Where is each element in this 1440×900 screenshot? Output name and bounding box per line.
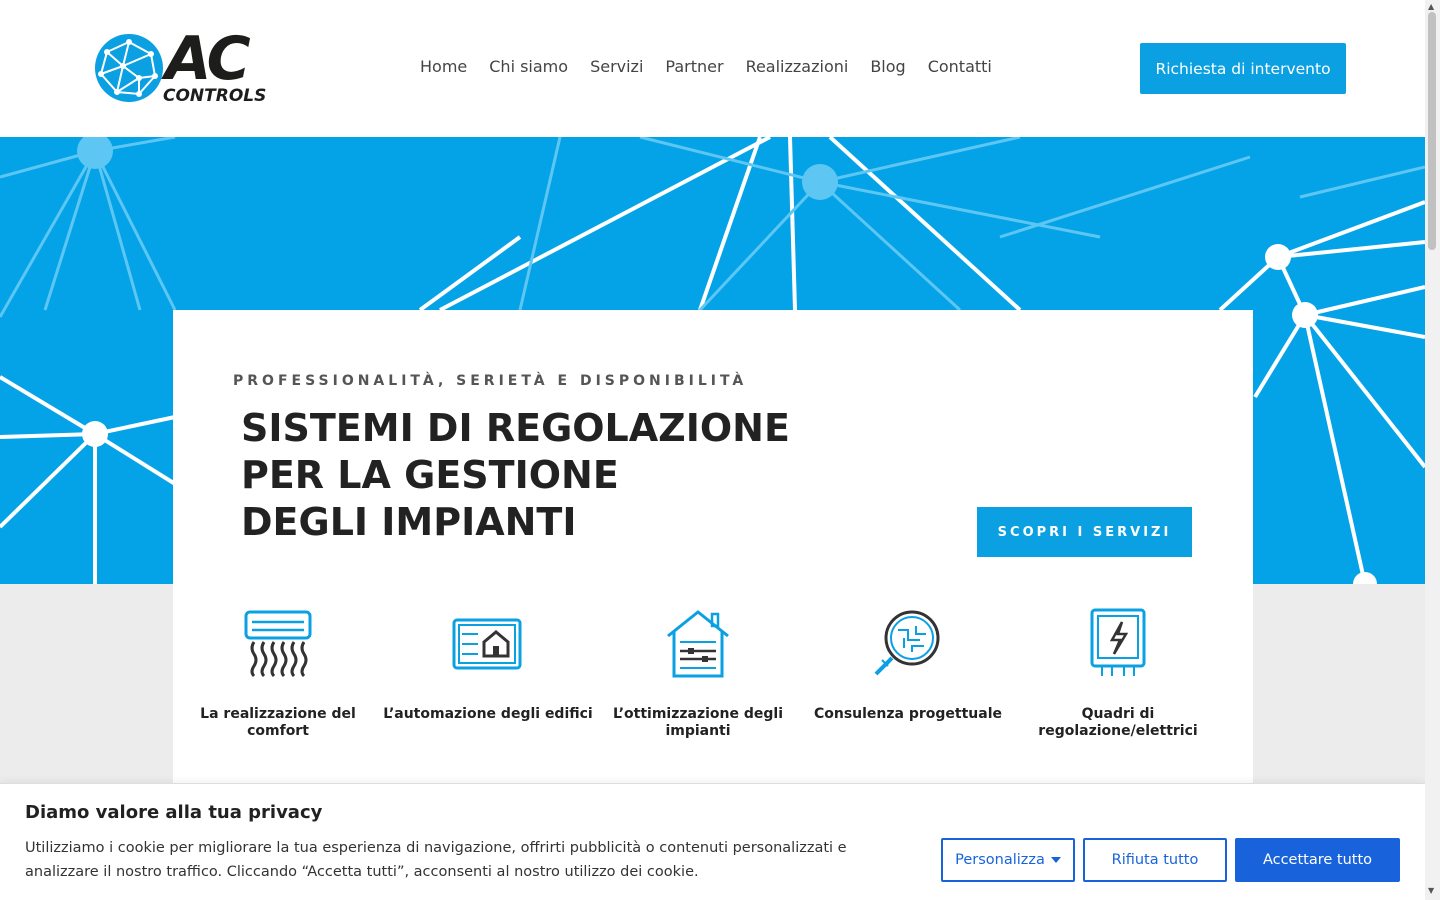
discover-services-button[interactable]: SCOPRI I SERVIZI xyxy=(977,507,1192,557)
feature-label: Consulenza progettuale xyxy=(813,706,1003,722)
feature-label: L’automazione degli edifici xyxy=(383,706,593,722)
nav-realizzazioni[interactable]: Realizzazioni xyxy=(746,57,849,76)
headline-line-1: SISTEMI DI REGOLAZIONE xyxy=(241,406,790,450)
cookie-title: Diamo valore alla tua privacy xyxy=(25,802,323,823)
globe-network-icon xyxy=(95,34,163,102)
feature-label: L’ottimizzazione degli impianti xyxy=(613,706,783,739)
logo-wordmark: AC xyxy=(165,24,251,94)
feature-label: La realizzazione del comfort xyxy=(200,706,356,739)
air-conditioner-icon xyxy=(244,610,312,678)
electrical-panel-icon xyxy=(1090,608,1146,676)
magnifier-circuit-icon xyxy=(874,610,940,676)
accept-all-button[interactable]: Accettare tutto xyxy=(1235,838,1400,882)
caret-down-icon xyxy=(1050,857,1061,863)
feature-optimization[interactable]: L’ottimizzazione degli impianti xyxy=(593,608,803,740)
request-intervention-button[interactable]: Richiesta di intervento xyxy=(1140,43,1346,94)
nav-blog[interactable]: Blog xyxy=(870,57,905,76)
headline-line-2: PER LA GESTIONE xyxy=(241,453,619,497)
logo-subtitle: CONTROLS xyxy=(163,86,267,106)
feature-label: Quadri di regolazione/elettrici xyxy=(1038,706,1198,739)
nav-home[interactable]: Home xyxy=(420,57,467,76)
reject-all-button[interactable]: Rifiuta tutto xyxy=(1083,838,1227,882)
nav-chi-siamo[interactable]: Chi siamo xyxy=(489,57,568,76)
customize-label: Personalizza xyxy=(955,852,1045,868)
feature-automation[interactable]: L’automazione degli edifici xyxy=(383,608,593,740)
cookie-consent-banner: Diamo valore alla tua privacy Utilizziam… xyxy=(0,783,1425,900)
logo[interactable]: AC CONTROLS xyxy=(93,24,273,106)
hero-headline: SISTEMI DI REGOLAZIONE PER LA GESTIONE D… xyxy=(241,405,861,546)
customize-cookies-button[interactable]: Personalizza xyxy=(941,838,1075,882)
hero-card: PROFESSIONALITÀ, SERIETÀ E DISPONIBILITÀ… xyxy=(173,310,1253,800)
features-row: La realizzazione del comfort L’automazio… xyxy=(173,608,1253,740)
scrollbar-thumb[interactable] xyxy=(1428,12,1436,250)
smart-home-panel-icon xyxy=(452,618,522,670)
site-header: AC CONTROLS Home Chi siamo Servizi Partn… xyxy=(0,0,1425,137)
house-sliders-icon xyxy=(667,610,729,678)
nav-servizi[interactable]: Servizi xyxy=(590,57,643,76)
main-nav: Home Chi siamo Servizi Partner Realizzaz… xyxy=(420,57,992,76)
page-scrollbar[interactable]: ▲ ▼ xyxy=(1425,0,1440,900)
cookie-description: Utilizziamo i cookie per migliorare la t… xyxy=(25,840,847,880)
feature-panels[interactable]: Quadri di regolazione/elettrici xyxy=(1013,608,1223,740)
scroll-down-arrow-icon[interactable]: ▼ xyxy=(1428,886,1434,895)
nav-partner[interactable]: Partner xyxy=(665,57,723,76)
scroll-up-arrow-icon[interactable]: ▲ xyxy=(1428,2,1434,11)
feature-consulting[interactable]: Consulenza progettuale xyxy=(803,608,1013,740)
headline-line-3: DEGLI IMPIANTI xyxy=(241,500,577,544)
feature-comfort[interactable]: La realizzazione del comfort xyxy=(173,608,383,740)
hero-eyebrow: PROFESSIONALITÀ, SERIETÀ E DISPONIBILITÀ xyxy=(233,373,748,389)
nav-contatti[interactable]: Contatti xyxy=(928,57,992,76)
